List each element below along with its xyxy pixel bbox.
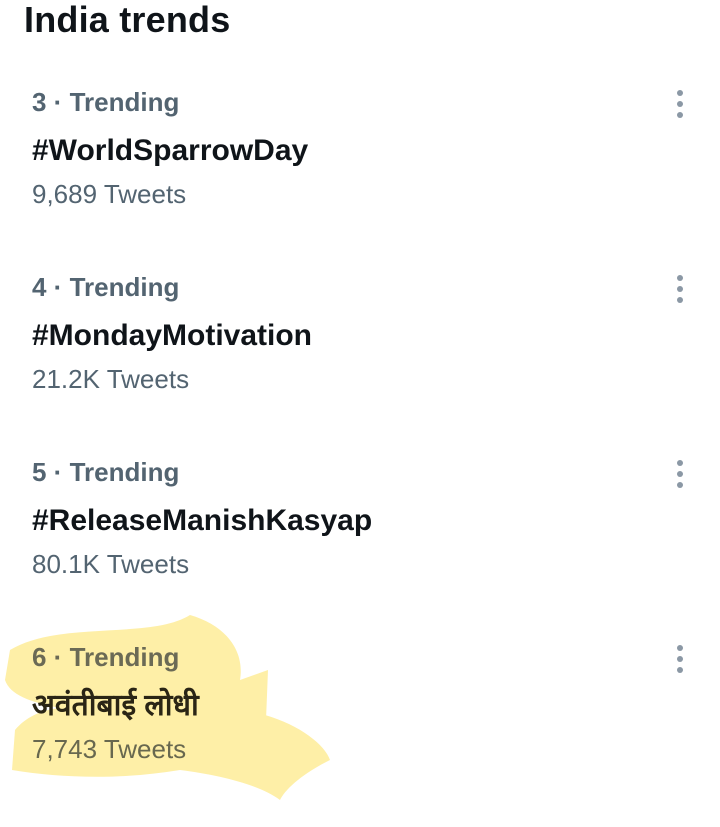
trend-tweet-count: 21.2K Tweets (32, 364, 190, 394)
trend-tweet-count: 9,689 Tweets (32, 179, 187, 209)
trend-item[interactable]: 5 · Trending #ReleaseManishKasyap 80.1K … (0, 452, 720, 622)
trend-item[interactable]: 3 · Trending #WorldSparrowDay 9,689 Twee… (0, 82, 720, 252)
trend-tweet-count: 80.1K Tweets (32, 549, 190, 579)
trend-name[interactable]: #WorldSparrowDay (32, 132, 308, 170)
trend-name[interactable]: #MondayMotivation (32, 317, 312, 355)
more-options-button[interactable] (664, 456, 696, 492)
more-vertical-icon (677, 645, 683, 651)
trend-meta: 6 · Trending (32, 642, 180, 672)
trend-name[interactable]: #ReleaseManishKasyap (32, 502, 372, 540)
trend-name[interactable]: अवंतीबाई लोधी (32, 687, 199, 725)
trend-meta: 5 · Trending (32, 457, 180, 487)
trend-tweet-count: 7,743 Tweets (32, 734, 187, 764)
more-options-button[interactable] (664, 641, 696, 677)
trend-list: 3 · Trending #WorldSparrowDay 9,689 Twee… (0, 0, 720, 827)
trend-meta: 3 · Trending (32, 87, 180, 117)
more-options-button[interactable] (664, 271, 696, 307)
trend-item[interactable]: 4 · Trending #MondayMotivation 21.2K Twe… (0, 267, 720, 437)
more-vertical-icon (677, 275, 683, 281)
more-vertical-icon (677, 90, 683, 96)
trend-item[interactable]: 6 · Trending अवंतीबाई लोधी 7,743 Tweets (0, 637, 720, 807)
more-vertical-icon (677, 460, 683, 466)
trend-meta: 4 · Trending (32, 272, 180, 302)
more-options-button[interactable] (664, 86, 696, 122)
